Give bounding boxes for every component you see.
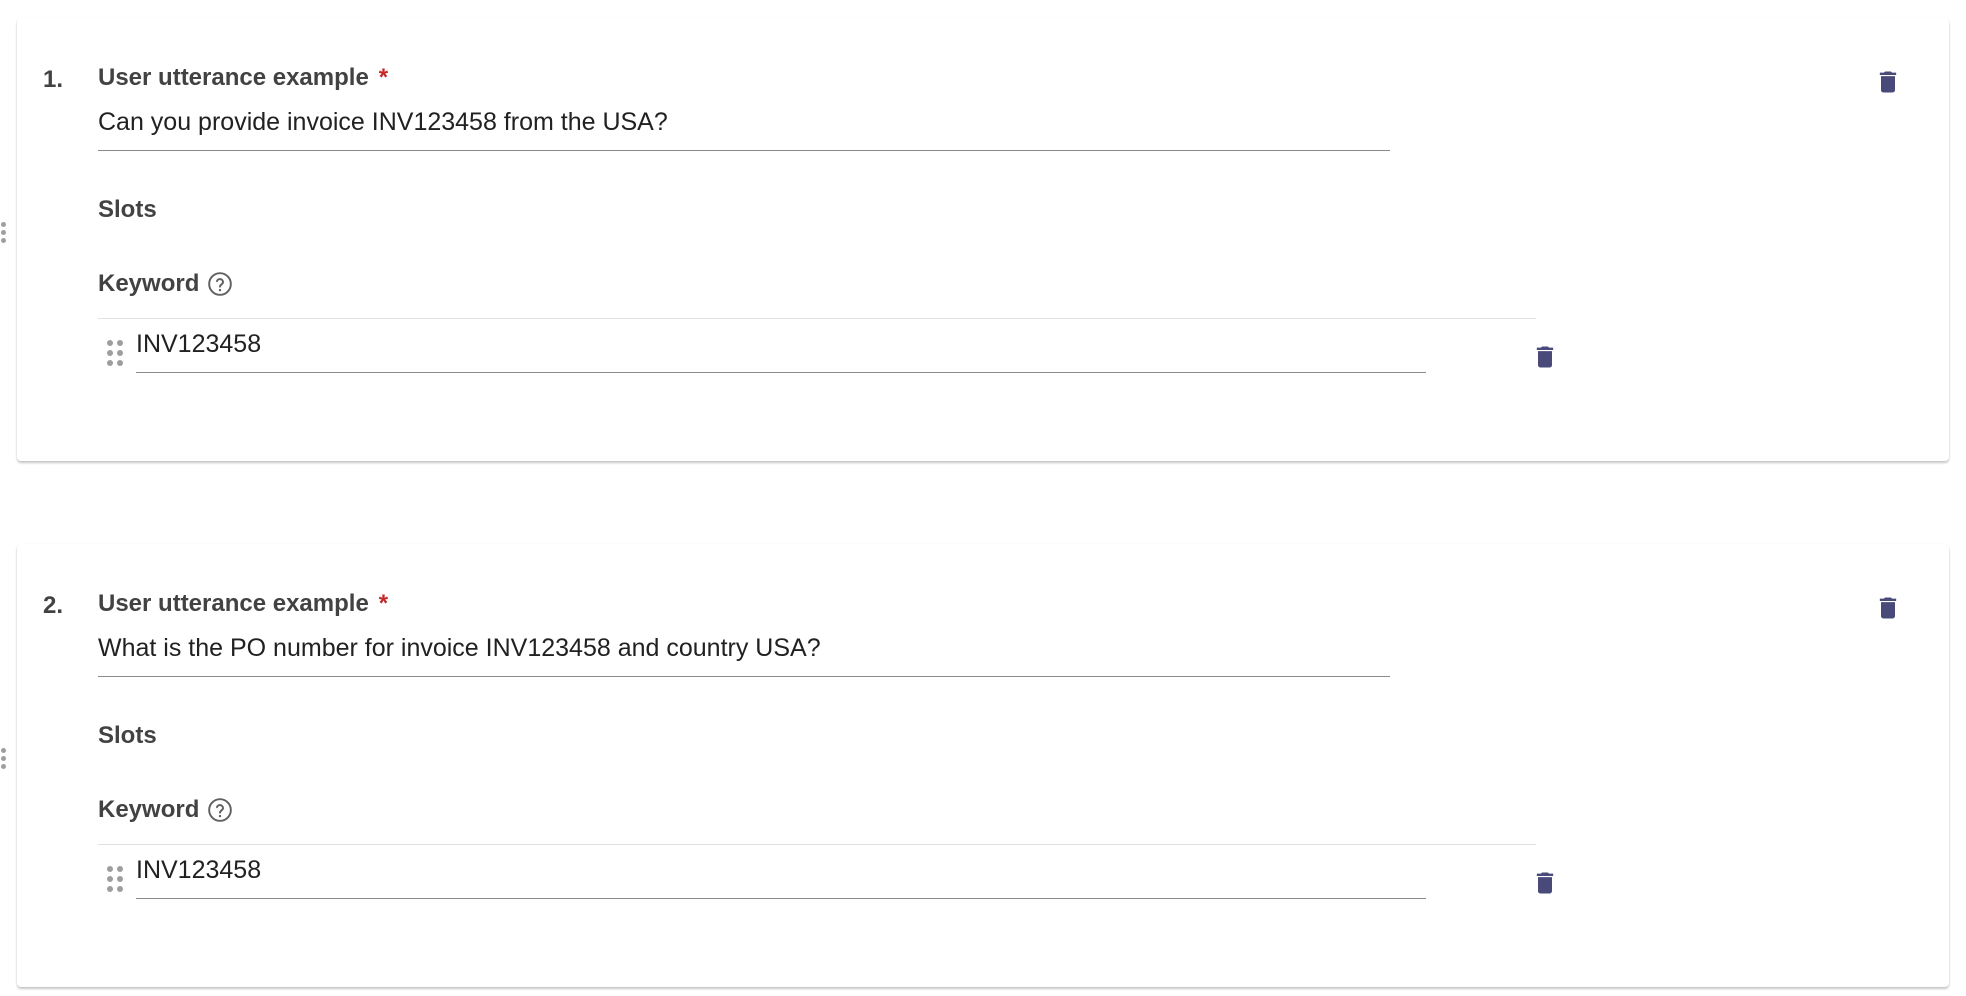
utterance-value[interactable]: What is the PO number for invoice INV123… [98,634,821,663]
utterance-value[interactable]: Can you provide invoice INV123458 from t… [98,108,668,137]
keyword-heading: Keyword [98,270,233,298]
slots-heading: Slots [98,196,157,223]
keyword-input[interactable]: INV123458 [136,856,1426,899]
help-icon[interactable] [207,271,233,297]
required-mark: * [378,64,389,91]
example-index: 2. [43,592,64,619]
utterance-example-card: 1. User utterance example * Can you provi… [1,18,1949,461]
card-drag-handle-icon[interactable] [0,748,8,778]
card-drag-handle-icon[interactable] [0,222,8,252]
keyword-divider [98,318,1536,319]
delete-example-icon[interactable] [1874,65,1902,99]
utterance-label: User utterance example * [98,590,388,618]
utterance-label-text: User utterance example [98,64,369,91]
utterance-input[interactable]: What is the PO number for invoice INV123… [98,632,1390,677]
utterance-input[interactable]: Can you provide invoice INV123458 from t… [98,106,1390,151]
utterance-example-card: 2. User utterance example * What is the P… [1,544,1949,987]
delete-example-icon[interactable] [1874,591,1902,625]
utterance-label: User utterance example * [98,64,388,92]
utterance-examples-page: 1. User utterance example * Can you provi… [0,0,1966,996]
keyword-value[interactable]: INV123458 [136,856,261,885]
delete-keyword-icon[interactable] [1531,866,1559,900]
delete-keyword-icon[interactable] [1531,340,1559,374]
keyword-heading-text: Keyword [98,796,200,823]
keyword-heading: Keyword [98,796,233,824]
keyword-heading-text: Keyword [98,270,200,297]
required-mark: * [378,590,389,617]
slots-heading: Slots [98,722,157,749]
help-icon[interactable] [207,797,233,823]
utterance-label-text: User utterance example [98,590,369,617]
drag-handle-icon[interactable] [107,866,125,894]
drag-handle-icon[interactable] [107,340,125,368]
example-index: 1. [43,66,64,93]
keyword-value[interactable]: INV123458 [136,330,261,359]
keyword-divider [98,844,1536,845]
keyword-input[interactable]: INV123458 [136,330,1426,373]
